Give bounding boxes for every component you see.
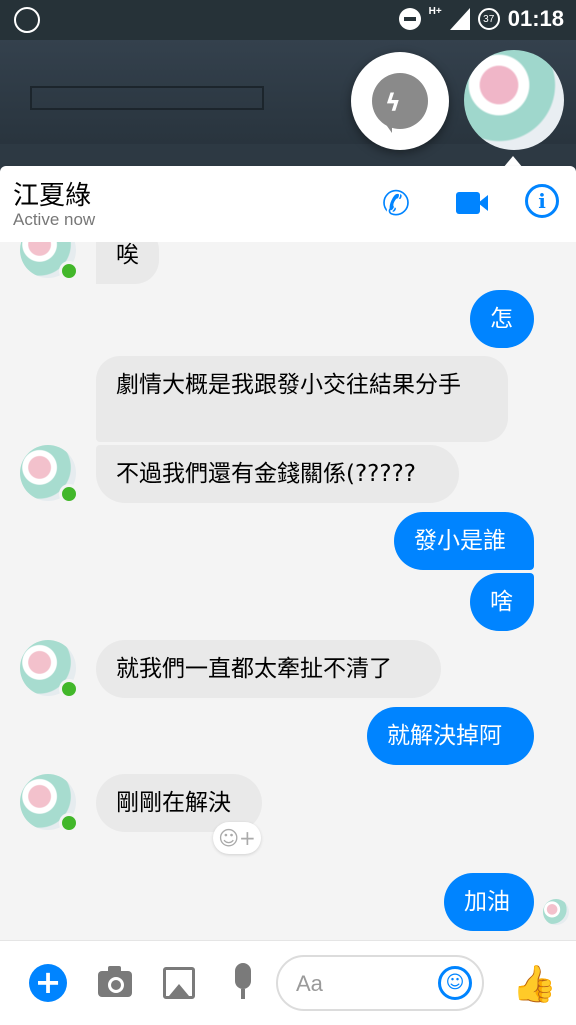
thumbs-up-icon[interactable]: 👍	[512, 963, 557, 1005]
message-bubble-sent[interactable]: 加油	[444, 873, 534, 931]
online-indicator	[59, 813, 79, 833]
composer-bar: + ☺ 👍	[0, 940, 576, 1025]
online-indicator	[59, 679, 79, 699]
online-indicator	[59, 261, 79, 281]
phone-icon[interactable]: ✆	[376, 184, 416, 224]
message-input-box[interactable]: ☺	[276, 955, 484, 1011]
messenger-chat-head[interactable]: ϟ	[351, 52, 449, 150]
message-bubble-received[interactable]: 唉	[96, 242, 159, 284]
microphone-icon[interactable]	[235, 963, 251, 999]
message-bubble-received[interactable]: 就我們一直都太牽扯不清了	[96, 640, 441, 698]
plus-icon[interactable]: +	[29, 964, 67, 1002]
battery-icon: 37	[477, 8, 500, 30]
message-input[interactable]	[294, 968, 428, 1000]
online-indicator	[59, 484, 79, 504]
message-bubble-received[interactable]: 劇情大概是我跟發小交往結果分手	[96, 356, 508, 442]
wallpaper-detail	[30, 86, 264, 110]
status-bar: H+ 37 01:18	[0, 0, 576, 40]
message-bubble-sent[interactable]: 發小是誰	[394, 512, 534, 570]
info-icon[interactable]: i	[525, 184, 559, 218]
active-status: Active now	[13, 210, 96, 229]
camera-icon[interactable]	[98, 966, 132, 997]
message-bubble-sent[interactable]: 就解決掉阿	[367, 707, 534, 765]
conversation-header: 江夏綠 Active now ✆ i	[0, 166, 576, 372]
seen-avatar	[543, 899, 569, 925]
messenger-notification-icon	[14, 7, 40, 33]
message-bubble-sent[interactable]: 怎	[470, 290, 534, 348]
do-not-disturb-icon	[398, 8, 421, 30]
message-bubble-sent[interactable]: 啥	[470, 573, 534, 631]
network-type: H+	[428, 5, 442, 17]
message-bubble-received[interactable]: 不過我們還有金錢關係(?????	[96, 445, 459, 503]
video-call-icon[interactable]	[456, 190, 496, 230]
signal-icon	[449, 8, 470, 30]
add-reaction-icon[interactable]: ☺+	[213, 822, 261, 854]
emoji-icon[interactable]: ☺	[438, 966, 472, 1000]
image-icon[interactable]	[163, 967, 195, 999]
contact-name[interactable]: 江夏綠	[13, 175, 91, 212]
message-thread[interactable]: 唉 怎 劇情大概是我跟發小交往結果分手 不過我們還有金錢關係(????? 發小是…	[0, 242, 576, 940]
clock: 01:18	[507, 6, 564, 31]
messenger-icon: ϟ	[372, 73, 428, 133]
contact-chat-head[interactable]	[464, 50, 564, 150]
status-bar-right: H+ 37 01:18	[398, 5, 564, 32]
